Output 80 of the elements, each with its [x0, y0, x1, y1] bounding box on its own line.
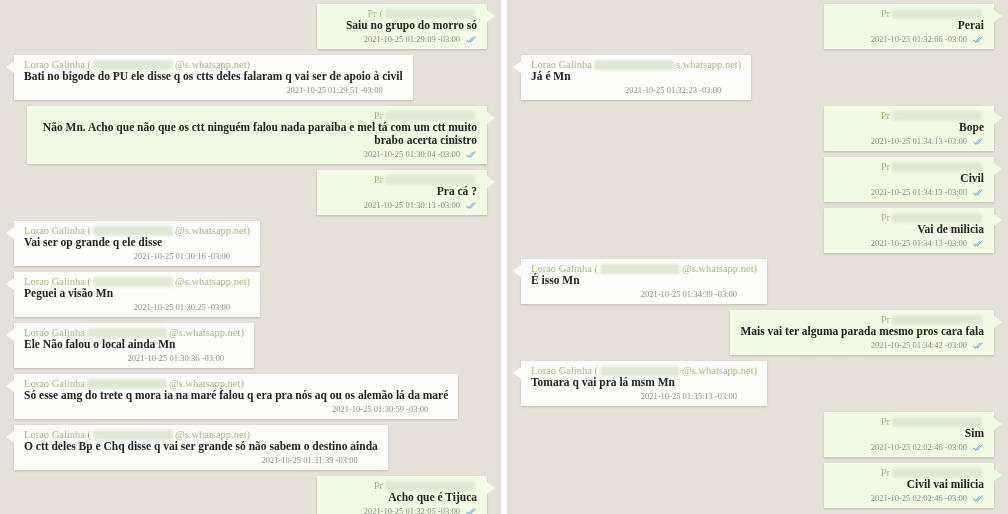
message-timestamp: 2021-10-25 02:02:46 -03:00 — [870, 442, 967, 452]
message-text: Mais vai ter alguma parada mesmo pros cara fala — [740, 325, 984, 338]
message-text: Civil vai milicia — [906, 478, 984, 491]
message-text: Só esse amg do trete q mora ia na maré falou q era pra nós aq ou os alemão lá da maré — [24, 389, 449, 402]
double-check-icon — [466, 35, 477, 43]
sender-name: Lorao Galinha ( — [24, 429, 92, 440]
sender-name: Pr — [880, 467, 890, 478]
message-timestamp: 2021-10-25 01:30:13 -03:00 — [363, 200, 460, 210]
sender-name: Pr — [880, 110, 890, 121]
double-check-icon — [973, 35, 984, 43]
message-timestamp: 2021-10-25 01:30:16 -03:00 — [133, 251, 231, 261]
message-timestamp: 2021-10-25 02:02:46 -03:00 — [870, 493, 967, 503]
sender-address: @s.whatsapp.net) — [175, 225, 251, 236]
sender-address: @s.whatsapp.net) — [682, 263, 758, 274]
sender-name: Lorao Galinha ( — [531, 365, 599, 376]
message-timestamp: 2021-10-25 01:30:59 -03:00 — [332, 404, 429, 414]
double-check-icon — [466, 201, 477, 209]
sender-name: Lorao Galinha — [24, 378, 85, 389]
sender-name: Lorao Galinha ( — [24, 276, 92, 287]
sender-name: Pr — [880, 8, 890, 19]
message-text: É isso Mn — [531, 274, 580, 287]
message-text: Bope — [959, 121, 984, 134]
sender-address: @s.whatsapp.net) — [175, 429, 251, 440]
sender-name: Pr — [373, 110, 383, 121]
message-timestamp: 2021-10-25 01:31:39 -03:00 — [261, 455, 358, 465]
sender-address: @s.whatsapp.net) — [175, 59, 251, 70]
message-text: Sim — [964, 427, 984, 440]
sender-address: @s.whatsapp.net) — [175, 276, 251, 287]
message-text: Ele Não falou o local ainda Mn — [24, 338, 176, 351]
message-text: Vai ser op grande q ele disse — [24, 236, 162, 249]
message-timestamp: 2021-10-25 01:34:39 -03:00 — [640, 289, 738, 299]
message-text: Bati no bigode do PU ele disse q os ctts deles falaram q vai ser de apoio à civil — [24, 70, 403, 83]
message-timestamp: 2021-10-25 01:29:51 -03:00 — [286, 85, 383, 95]
message-text: Saiu no grupo do morro só — [345, 19, 477, 32]
sender-name: Lorao Galinha ( — [24, 225, 92, 236]
double-check-icon — [973, 239, 984, 247]
sender-name: Pr — [880, 416, 890, 427]
double-check-icon — [973, 137, 984, 145]
message-timestamp: 2021-10-25 01:30:04 -03:00 — [363, 149, 460, 159]
message-text: O ctt deles Bp e Chq disse q vai ser grande só não sabem o destino ainda — [24, 440, 378, 453]
message-timestamp: 2021-10-25 01:35:13 -03:00 — [640, 391, 738, 401]
message-text: Acho que é Tijuca — [388, 491, 477, 504]
message-timestamp: 2021-10-25 01:34:42 -03:00 — [870, 340, 967, 350]
double-check-icon — [466, 150, 477, 158]
message-timestamp: 2021-10-25 01:34:13 -03:00 — [870, 136, 967, 146]
message-timestamp: 2021-10-25 01:32:06 -03:00 — [870, 34, 967, 44]
sender-name: Pr — [880, 212, 890, 223]
sender-name: Pr — [373, 480, 383, 491]
message-text: Não Mn. Acho que não que os ctt ninguém falou nada paraiba e mel tá com um ctt muito brabo acerta cinistro — [41, 121, 477, 147]
message-text: Tomara q vai pra lá msm Mn — [531, 376, 675, 389]
double-check-icon — [973, 443, 984, 451]
sender-name: Pr — [880, 161, 890, 172]
message-text: Peguei a visão Mn — [24, 287, 114, 300]
sender-name: Pr ( — [367, 8, 383, 19]
sender-address: @s.whatsapp.net) — [168, 327, 244, 338]
message-timestamp: 2021-10-25 01:34:13 -03:00 — [870, 187, 967, 197]
sender-address: s.whatsapp.net) — [675, 59, 742, 70]
sender-name: Lorao Galinha — [24, 327, 85, 338]
message-text: Pra cá ? — [436, 185, 477, 198]
message-text: Civil — [960, 172, 984, 185]
message-timestamp: 2021-10-25 01:30:36 -03:00 — [127, 353, 224, 363]
message-text: Perai — [957, 19, 984, 32]
sender-name: Lorao Galinha — [531, 59, 592, 70]
message-timestamp: 2021-10-25 01:34:13 -03:00 — [870, 238, 967, 248]
double-check-icon — [466, 507, 477, 514]
sender-address: @s.whatsapp.net) — [168, 378, 244, 389]
message-timestamp: 2021-10-25 01:29:09 -03:00 — [363, 34, 460, 44]
message-text: Vai de milicia — [917, 223, 984, 236]
sender-name: Pr — [373, 174, 383, 185]
message-timestamp: 2021-10-25 01:32:23 -03:00 — [624, 85, 722, 95]
sender-name: Lorao Galinha ( — [531, 263, 599, 274]
message-timestamp: 2021-10-25 01:32:05 -03:00 — [363, 506, 460, 514]
double-check-icon — [973, 188, 984, 196]
message-text: Já é Mn — [531, 70, 571, 83]
double-check-icon — [973, 341, 984, 349]
sender-name: Pr — [880, 314, 890, 325]
double-check-icon — [973, 494, 984, 502]
message-timestamp: 2021-10-25 01:30:25 -03:00 — [133, 302, 231, 312]
sender-name: Lorao Galinha ( — [24, 59, 92, 70]
sender-address: @s.whatsapp.net) — [682, 365, 758, 376]
